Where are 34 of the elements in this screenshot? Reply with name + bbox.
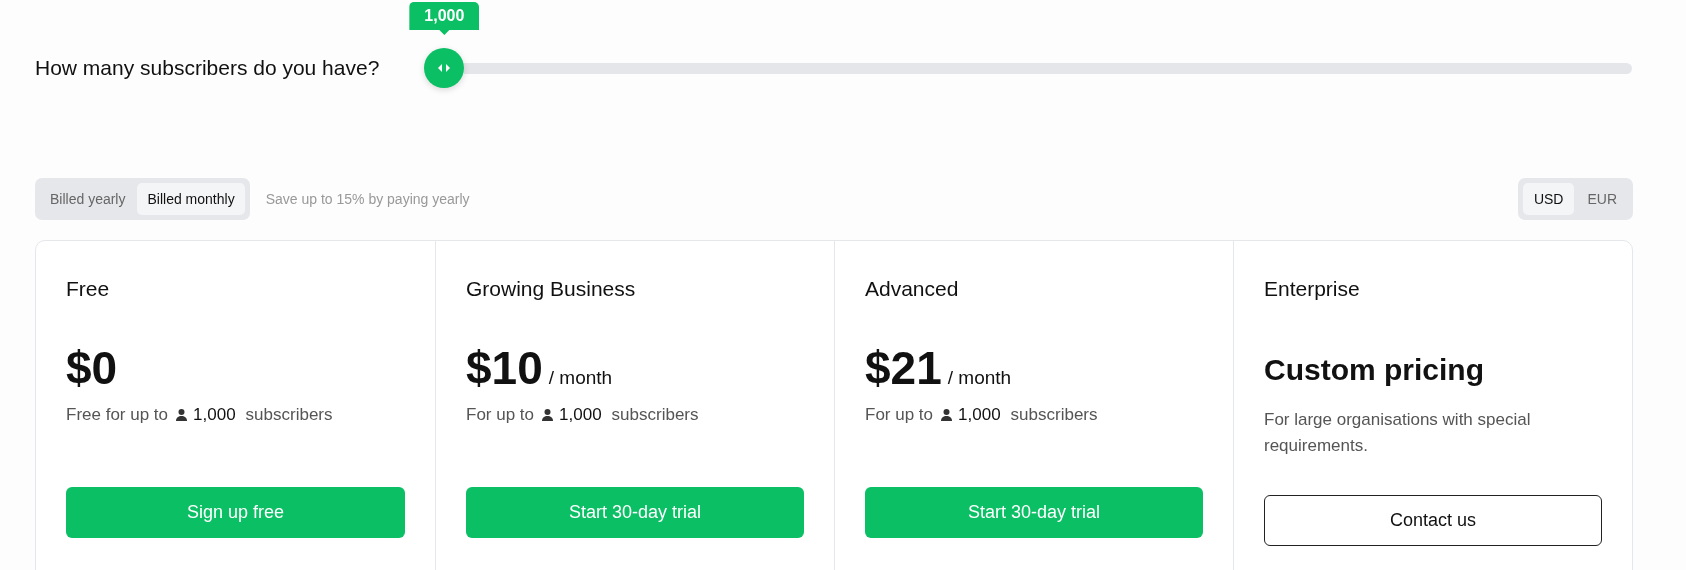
price-period: / month: [947, 367, 1012, 389]
currency-option[interactable]: USD: [1522, 183, 1575, 215]
billing-option[interactable]: Billed monthly: [137, 183, 245, 215]
plan-name: Enterprise: [1264, 277, 1360, 301]
subscriber-unit: subscribers: [611, 405, 699, 425]
billing-option[interactable]: Billed yearly: [40, 183, 136, 215]
plan-limit-text: For up to: [466, 405, 535, 425]
plan-name: Free: [66, 277, 110, 301]
plan-description: For large organisations with special requirements.: [1264, 409, 1532, 457]
slider-track[interactable]: [464, 62, 1632, 74]
person-icon: [176, 409, 188, 421]
plan-price: $0: [66, 341, 118, 395]
subscriber-unit: subscribers: [1010, 405, 1098, 425]
plan-button[interactable]: Contact us: [1264, 495, 1602, 546]
person-icon: [941, 409, 953, 421]
plan-limit-text: Free for up to: [66, 405, 169, 425]
subscriber-count: 1,000: [958, 405, 1001, 425]
savings-note: Save up to 15% by paying yearly: [265, 191, 470, 207]
arrows-icon: [438, 64, 451, 72]
subscriber-unit: subscribers: [245, 405, 333, 425]
price-period: / month: [548, 367, 613, 389]
person-icon: [542, 409, 554, 421]
plan-price: $21: [865, 341, 942, 395]
plan-price: $10: [466, 341, 543, 395]
question-label: How many subscribers do you have?: [35, 56, 380, 80]
plan-name: Advanced: [865, 277, 959, 301]
currency-option[interactable]: EUR: [1576, 183, 1628, 215]
value-tooltip: 1,000: [409, 2, 480, 35]
plan-limit-text: For up to: [865, 405, 934, 425]
subscriber-count: 1,000: [193, 405, 236, 425]
plan-name: Growing Business: [466, 277, 636, 301]
slider-thumb[interactable]: [424, 48, 465, 88]
plan-price: Custom pricing: [1264, 353, 1484, 387]
subscriber-count: 1,000: [559, 405, 602, 425]
